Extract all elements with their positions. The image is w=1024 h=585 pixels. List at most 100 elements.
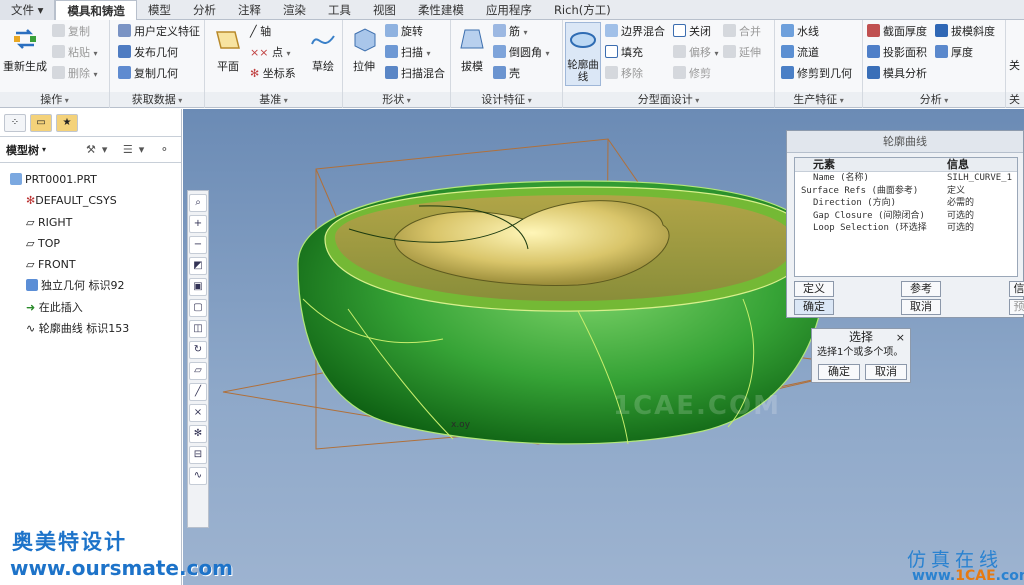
preview-button[interactable]: 预 [1009,299,1024,315]
saved-views-icon[interactable]: ▢ [189,299,207,317]
tree-dropdown-icon[interactable]: ▾ [42,145,46,154]
favorites-tab-icon[interactable]: ★ [56,114,78,132]
info-button[interactable]: 信 [1009,281,1024,297]
point-button[interactable]: ×× 点 ▾ [250,43,290,63]
draft-check-button[interactable]: 拔模斜度 [935,22,995,42]
draft-button[interactable]: 拔模 [455,22,489,74]
tab-tools[interactable]: 工具 [317,0,362,20]
offset-button[interactable]: 偏移 ▾ [673,43,719,63]
close-icon[interactable]: × [896,329,905,346]
trim-button[interactable]: 修剪 [673,64,711,84]
zoom-out-icon[interactable]: − [189,236,207,254]
section-thickness-button[interactable]: 截面厚度 [867,22,927,42]
refit-icon[interactable]: ⌕ [189,194,207,212]
rib-button[interactable]: 筋 ▾ [493,22,528,42]
revolve-button[interactable]: 旋转 [385,22,423,42]
sketch-button[interactable]: 草绘 [307,22,339,74]
sweep-button[interactable]: 扫描 ▾ [385,43,431,63]
select-cancel-button[interactable]: 取消 [865,364,907,380]
extrude-button[interactable]: 拉伸 [347,22,381,74]
element-row[interactable]: Gap Closure (间隙闭合) 可选的 [795,210,1017,223]
tab-model[interactable]: 模型 [137,0,182,20]
group-title-datum[interactable]: 基准 [205,92,342,107]
shell-button[interactable]: 壳 [493,64,520,84]
element-row[interactable]: Name (名称) SILH_CURVE_1 [795,172,1017,185]
close-button[interactable]: 关闭 [673,22,711,42]
udf-button[interactable]: 用户定义特征 [118,22,200,42]
display-style-icon[interactable]: ▣ [189,278,207,296]
copy-button[interactable]: 复制 [52,22,90,42]
axis-button[interactable]: ╱ 轴 [250,22,271,42]
thickness-button[interactable]: 厚度 [935,43,973,63]
sweep-blend-button[interactable]: 扫描混合 [385,64,445,84]
group-title-shape[interactable]: 形状 [343,92,450,107]
round-button[interactable]: 倒圆角 ▾ [493,43,550,63]
group-title-get-data[interactable]: 获取数据 [110,92,204,107]
curve-display-icon[interactable]: ∿ [189,467,207,485]
perspective-icon[interactable]: ◫ [189,320,207,338]
remove-button[interactable]: 移除 [605,64,643,84]
merge-button[interactable]: 合并 [723,22,761,42]
tree-item-csys[interactable]: ✻DEFAULT_CSYS [0,190,181,211]
csys-button[interactable]: ✻ 坐标系 [250,64,296,84]
group-title-more[interactable]: 关 [1006,92,1024,107]
mold-analysis-button[interactable]: 模具分析 [867,64,927,84]
define-button[interactable]: 定义 [794,281,834,297]
point-display-icon[interactable]: × [189,404,207,422]
waterline-button[interactable]: 水线 [781,22,819,42]
tree-item-top[interactable]: ▱ TOP [0,233,181,254]
tree-item-silhouette-curve[interactable]: ∿ 轮廓曲线 标识153 [0,318,181,339]
tree-item-right[interactable]: ▱ RIGHT [0,212,181,233]
plane-display-icon[interactable]: ▱ [189,362,207,380]
group-title-production[interactable]: 生产特征 [775,92,862,107]
tab-annotate[interactable]: 注释 [227,0,272,20]
select-ok-button[interactable]: 确定 [818,364,860,380]
point-icon: ×× [250,46,272,59]
element-row[interactable]: Surface Refs (曲面参考) 定义 [795,185,1017,198]
repaint-icon[interactable]: ◩ [189,257,207,275]
regenerate-button[interactable]: 重新生成 [2,22,48,74]
spin-center-icon[interactable]: ↻ [189,341,207,359]
delete-button[interactable]: 删除 ▾ [52,64,98,84]
boundary-blend-button[interactable]: 边界混合 [605,22,665,42]
annotation-display-icon[interactable]: ⊟ [189,446,207,464]
group-title-parting-surface[interactable]: 分型面设计 [563,92,774,107]
fill-button[interactable]: 填充 [605,43,643,63]
tab-file[interactable]: 文件 ▾ [0,0,56,20]
runner-button[interactable]: 流道 [781,43,819,63]
tree-settings-icons[interactable]: ⚒▾ ☰▾ ⚬ [86,143,175,156]
tree-item-front[interactable]: ▱ FRONT [0,254,181,275]
cancel-button[interactable]: 取消 [901,299,941,315]
publish-geometry-button[interactable]: 发布几何 [118,43,178,63]
plane-button[interactable]: 平面 [211,22,245,74]
tab-applications[interactable]: 应用程序 [475,0,543,20]
axis-display-icon[interactable]: ╱ [189,383,207,401]
trim-to-geometry-button[interactable]: 修剪到几何 [781,64,852,84]
tree-item-part[interactable]: PRT0001.PRT [0,169,181,190]
silhouette-curve-button[interactable]: 轮廓曲线 [565,22,601,86]
tab-render[interactable]: 渲染 [272,0,317,20]
tab-view[interactable]: 视图 [362,0,407,20]
ok-button[interactable]: 确定 [794,299,834,315]
model-tree-tab-icon[interactable]: ⁘ [4,114,26,132]
group-title-operations[interactable]: 操作 [0,92,109,107]
more-button[interactable]: 关 [1009,56,1020,76]
element-row[interactable]: Loop Selection (环选择 可选的 [795,222,1017,235]
projected-area-button[interactable]: 投影面积 [867,43,927,63]
csys-display-icon[interactable]: ✻ [189,425,207,443]
tree-item-independent-geometry[interactable]: 独立几何 标识92 [0,275,181,296]
group-title-design-features[interactable]: 设计特征 [451,92,562,107]
folder-browser-tab-icon[interactable]: ▭ [30,114,52,132]
zoom-in-icon[interactable]: + [189,215,207,233]
tab-mold-casting[interactable]: 模具和铸造 [55,0,137,21]
tab-analysis[interactable]: 分析 [182,0,227,20]
extend-button[interactable]: 延伸 [723,43,761,63]
tree-item-insert-here[interactable]: ➜ 在此插入 [0,297,181,318]
paste-button[interactable]: 粘贴 ▾ [52,43,98,63]
element-row[interactable]: Direction (方向) 必需的 [795,197,1017,210]
tab-flexible-modeling[interactable]: 柔性建模 [407,0,475,20]
refer-button[interactable]: 参考 [901,281,941,297]
copy-geometry-button[interactable]: 复制几何 [118,64,178,84]
group-title-analysis[interactable]: 分析 [863,92,1005,107]
tab-rich[interactable]: Rich(方工) [543,0,622,20]
